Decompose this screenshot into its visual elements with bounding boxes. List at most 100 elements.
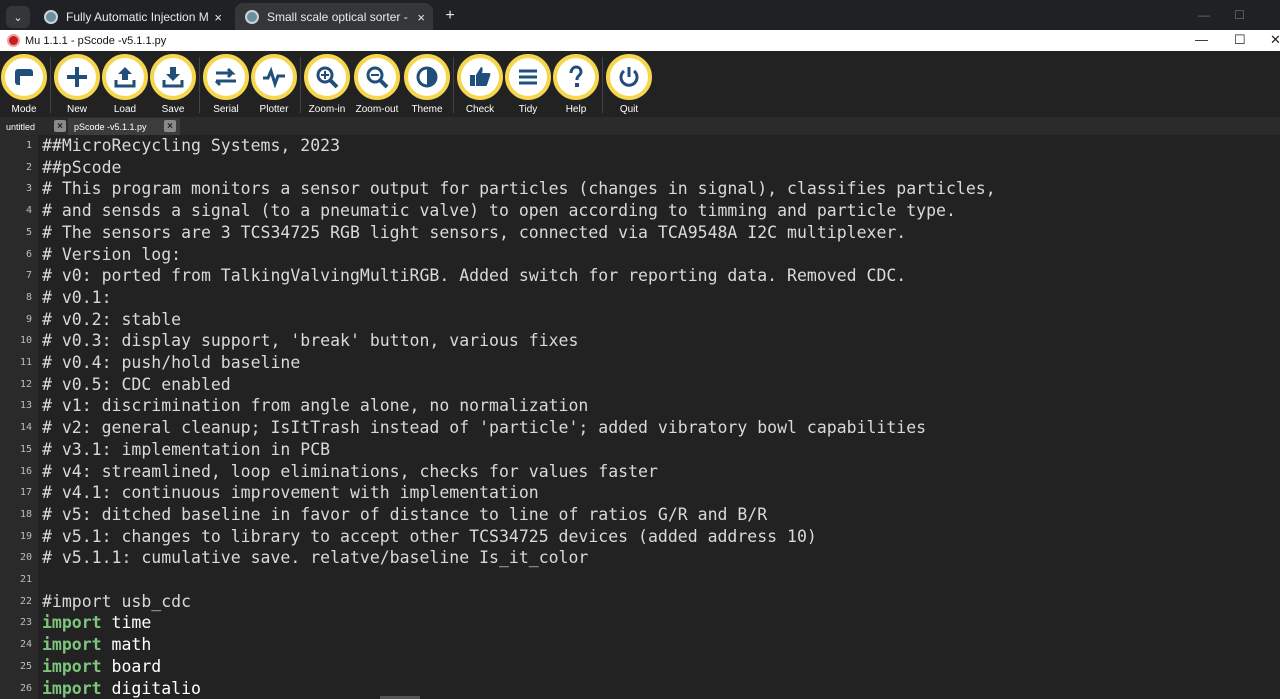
code-text: # v1: discrimination from angle alone, n… [42,396,589,416]
code-line[interactable]: 4 # and sensds a signal (to a pneumatic v… [0,200,1280,222]
help-button[interactable]: Help [552,54,600,115]
code-text: # v0.3: display support, 'break' button,… [42,331,579,351]
theme-button[interactable]: Theme [403,54,451,115]
mu-toolbar: Mode New Load Save Serial Plotter Zoom-i… [0,51,1280,117]
module-name: digitalio [101,678,201,698]
code-text: # v4.1: continuous improvement with impl… [42,483,539,503]
code-line[interactable]: 21 [0,569,1280,591]
code-line[interactable]: 7 # v0: ported from TalkingValvingMultiRG… [0,265,1280,287]
new-tab-button[interactable]: + [440,6,460,26]
toolbar-divider [453,57,454,113]
module-name: time [101,613,152,633]
code-line[interactable]: 19 # v5.1: changes to library to accept o… [0,526,1280,548]
editor-tab-untitled[interactable]: untitled × [0,118,68,135]
code-line[interactable]: 11 # v0.4: push/hold baseline [0,352,1280,374]
maximize-button[interactable]: ☐ [1234,32,1246,48]
load-label: Load [113,104,137,115]
code-line[interactable]: 14 # v2: general cleanup; IsItTrash inste… [0,417,1280,439]
close-button[interactable]: ✕ [1270,32,1280,48]
thumbs-up-icon [470,67,491,86]
zoom-in-label: Zoom-in [308,104,346,115]
code-line[interactable]: 9 # v0.2: stable [0,309,1280,331]
close-tab-icon[interactable]: × [54,120,66,132]
code-text: # v4: streamlined, loop eliminations, ch… [42,461,658,481]
code-line[interactable]: 5 # The sensors are 3 TCS34725 RGB light … [0,222,1280,244]
editor-tab-bar: untitled × pScode -v5.1.1.py × [0,117,1280,135]
browser-minimize-icon[interactable]: — [1198,8,1210,22]
serial-button[interactable]: Serial [202,54,250,115]
question-icon [569,65,583,87]
code-line[interactable]: 20 # v5.1.1: cumulative save. relatve/bas… [0,547,1280,569]
power-icon [619,67,639,87]
code-line[interactable]: 25 import board [0,656,1280,678]
import-keyword: import [42,613,102,633]
code-line[interactable]: 17 # v4.1: continuous improvement with im… [0,482,1280,504]
code-text: # The sensors are 3 TCS34725 RGB light s… [42,222,907,242]
line-number: 4 [25,205,32,217]
line-number: 24 [19,639,32,651]
code-line[interactable]: 12 # v0.5: CDC enabled [0,374,1280,396]
line-number: 17 [19,487,32,499]
minimize-button[interactable]: — [1195,32,1208,47]
import-keyword: import [42,635,102,655]
line-number: 5 [25,226,32,238]
new-button[interactable]: New [53,54,101,115]
code-text: # and sensds a signal (to a pneumatic va… [42,201,956,221]
line-number: 19 [19,530,32,542]
line-number: 1 [25,140,32,151]
code-line[interactable]: 24 import math [0,634,1280,656]
code-line[interactable]: 6 # Version log: [0,244,1280,266]
code-line[interactable]: 8 # v0.1: [0,287,1280,309]
line-number: 9 [25,313,32,325]
close-tab-icon[interactable]: × [214,10,222,25]
code-line[interactable]: 22 #import usb_cdc [0,591,1280,613]
code-line[interactable]: 18 # v5: ditched baseline in favor of dis… [0,504,1280,526]
zoom-out-button[interactable]: Zoom-out [353,54,401,115]
check-label: Check [465,104,495,115]
editor-tab-label: untitled [6,121,36,132]
browser-maximize-icon[interactable]: ☐ [1234,8,1245,22]
line-number: 14 [19,422,32,434]
new-label: New [66,104,87,115]
close-tab-icon[interactable]: × [164,120,176,132]
line-number: 23 [19,617,32,629]
code-text: ##MicroRecycling Systems, 2023 [42,136,341,155]
line-number: 18 [19,508,32,520]
site-favicon-icon [44,10,58,24]
tab-search-button[interactable]: ⌄ [6,6,30,28]
zoom-in-button[interactable]: Zoom-in [303,54,351,115]
theme-label: Theme [411,104,443,115]
code-line[interactable]: 16 # v4: streamlined, loop eliminations, … [0,461,1280,483]
plotter-button[interactable]: Plotter [250,54,298,115]
check-button[interactable]: Check [456,54,504,115]
code-line[interactable]: 10 # v0.3: display support, 'break' butto… [0,330,1280,352]
editor-tab-pscode[interactable]: pScode -v5.1.1.py × [68,118,180,135]
load-button[interactable]: Load [101,54,149,115]
line-number: 8 [25,291,32,303]
tidy-button[interactable]: Tidy [504,54,552,115]
mode-button[interactable]: Mode [0,54,48,115]
code-text: # v3.1: implementation in PCB [42,439,331,459]
line-number: 10 [19,335,32,347]
code-line[interactable]: 26 import digitalio [0,678,1280,699]
code-text: # v5.1: changes to library to accept oth… [42,526,817,546]
code-line[interactable]: 2 ##pScode [0,157,1280,179]
code-line[interactable]: 3 # This program monitors a sensor output… [0,178,1280,200]
lines-icon [519,69,537,85]
browser-tab-optical-sorter[interactable]: Small scale optical sorter - Rese × [235,3,433,31]
close-tab-icon[interactable]: × [417,10,425,25]
save-label: Save [161,104,185,115]
save-button[interactable]: Save [149,54,197,115]
code-text: # v0: ported from TalkingValvingMultiRGB… [42,266,907,286]
code-line[interactable]: 1 ##MicroRecycling Systems, 2023 [0,135,1280,157]
code-line[interactable]: 15 # v3.1: implementation in PCB [0,439,1280,461]
quit-button[interactable]: Quit [605,54,653,115]
browser-tab-title: Small scale optical sorter - Rese [267,10,411,24]
code-editor[interactable]: 1 ##MicroRecycling Systems, 2023 2 ##pScode… [0,135,1280,699]
code-line[interactable]: 23 import time [0,612,1280,634]
line-number: 13 [19,400,32,412]
line-number: 16 [19,465,32,477]
code-line[interactable]: 13 # v1: discrimination from angle alone,… [0,395,1280,417]
code-text: # v5.1.1: cumulative save. relatve/basel… [42,548,589,568]
browser-tab-injection-machine[interactable]: Fully Automatic Injection Machi × [34,3,230,31]
